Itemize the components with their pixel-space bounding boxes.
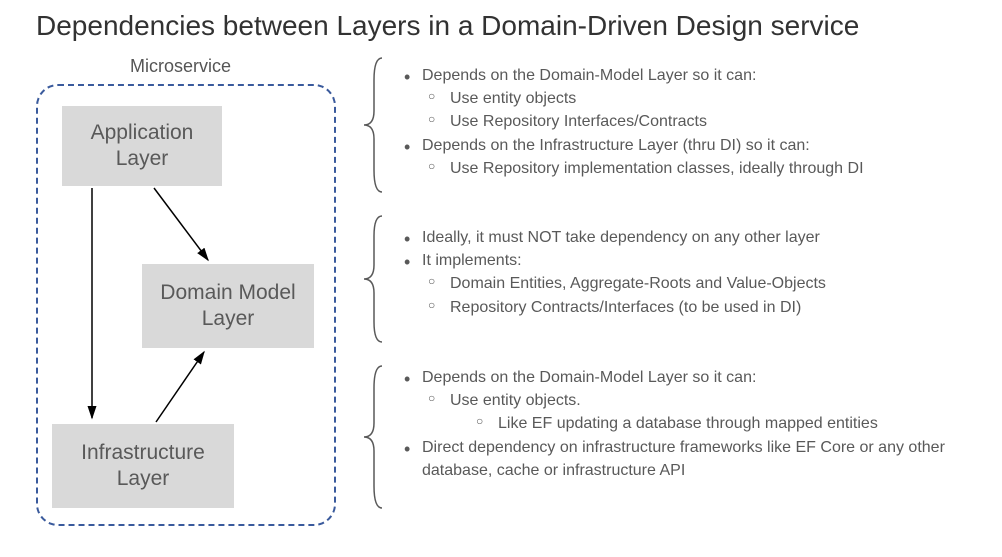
sub-sub-item: Like EF updating a database through mapp… [474,412,982,435]
brace-icon [360,214,390,344]
descriptions-area: Depends on the Domain-Model Layer so it … [360,56,1002,536]
domain-layer-box: Domain Model Layer [142,264,314,348]
sub-item: Domain Entities, Aggregate-Roots and Val… [426,272,982,295]
application-layer-box: Application Layer [62,106,222,186]
content-area: Microservice Application Layer Domain Mo… [0,56,1002,536]
brace-icon [360,56,390,194]
infrastructure-layer-box: Infrastructure Layer [52,424,234,508]
sub-item: Repository Contracts/Interfaces (to be u… [426,296,982,319]
application-description: Depends on the Domain-Model Layer so it … [370,56,982,194]
bullet-item: Depends on the Domain-Model Layer so it … [398,366,982,389]
sub-item: Use entity objects [426,87,982,110]
bullet-item: Ideally, it must NOT take dependency on … [398,226,982,249]
bullet-item: Depends on the Domain-Model Layer so it … [398,64,982,87]
page-title: Dependencies between Layers in a Domain-… [0,0,1002,42]
bullet-item: Direct dependency on infrastructure fram… [398,436,982,482]
brace-icon [360,364,390,510]
diagram-area: Microservice Application Layer Domain Mo… [0,56,360,536]
sub-item: Use Repository Interfaces/Contracts [426,110,982,133]
sub-item: Use entity objects. [426,389,982,412]
domain-description: Ideally, it must NOT take dependency on … [370,214,982,344]
infrastructure-description: Depends on the Domain-Model Layer so it … [370,364,982,510]
bullet-item: Depends on the Infrastructure Layer (thr… [398,134,982,157]
bullet-item: It implements: [398,249,982,272]
microservice-label: Microservice [130,56,231,77]
sub-item: Use Repository implementation classes, i… [426,157,982,180]
